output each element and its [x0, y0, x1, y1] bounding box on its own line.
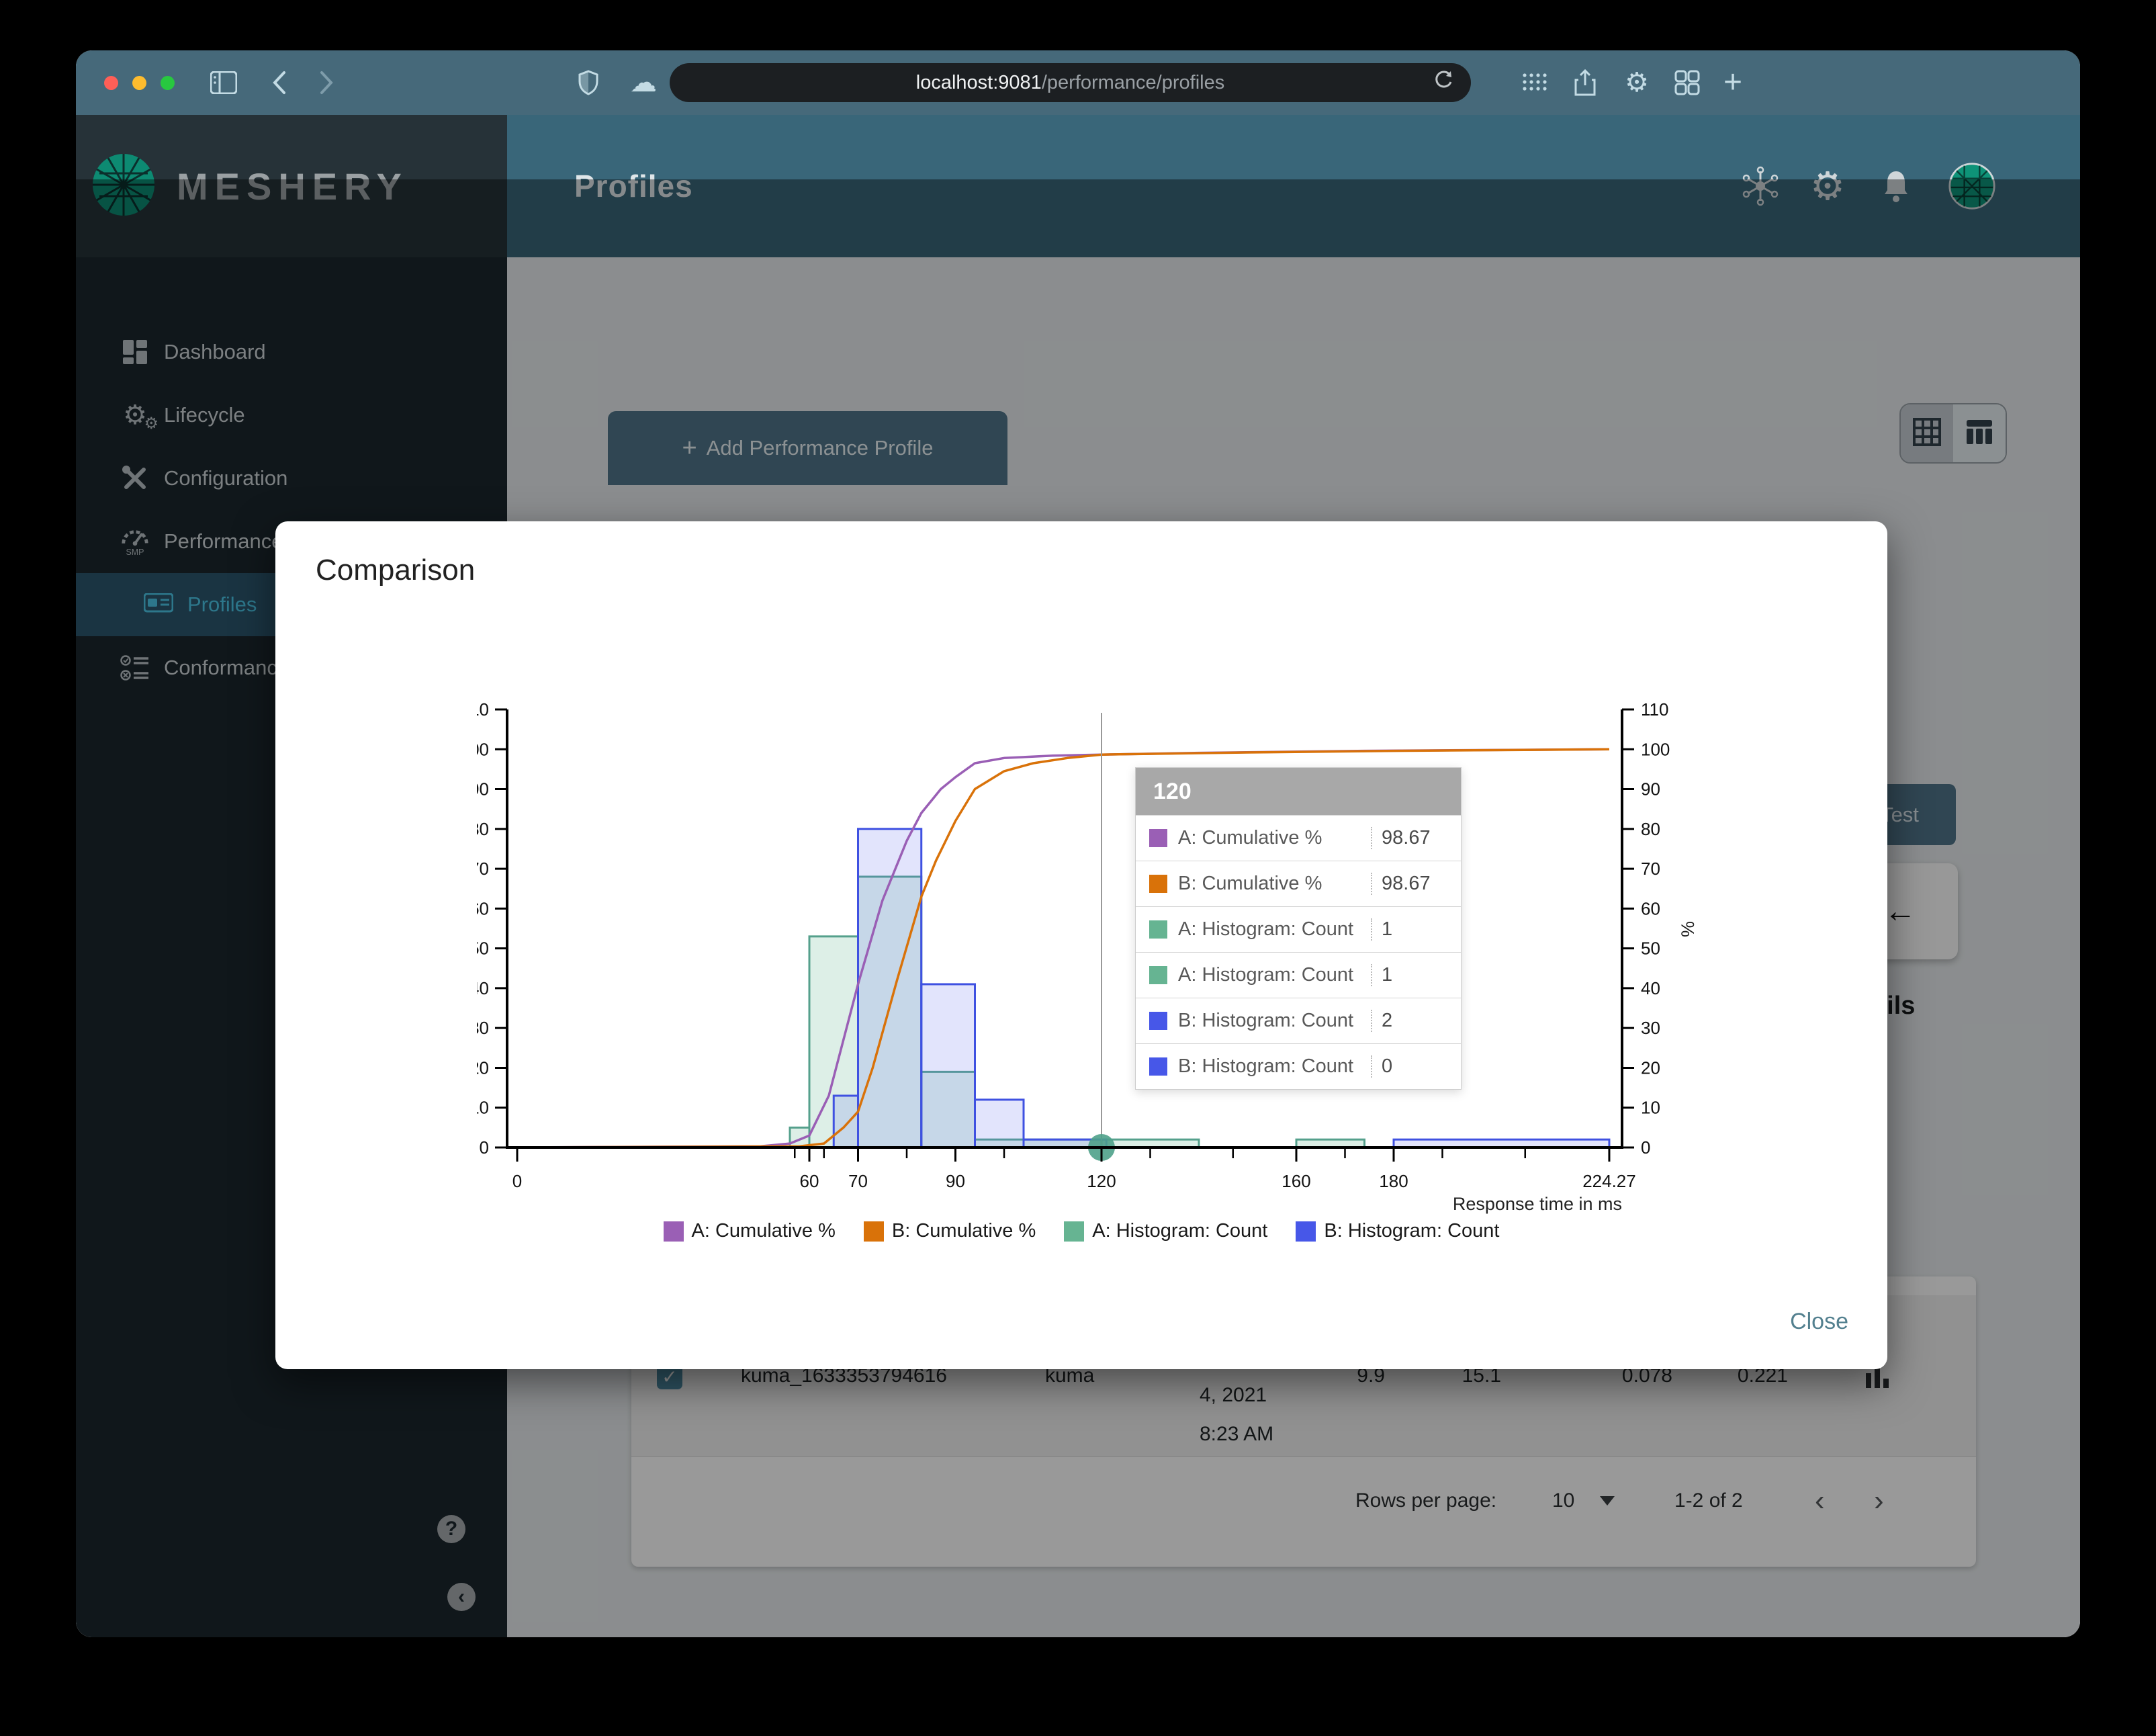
- svg-text:60: 60: [800, 1171, 819, 1191]
- zoom-window-button[interactable]: [161, 76, 175, 90]
- url-host: localhost:9081: [915, 71, 1042, 93]
- svg-text:224.27: 224.27: [1582, 1171, 1636, 1191]
- series-swatch: [1149, 966, 1167, 984]
- svg-text:40: 40: [1641, 978, 1660, 998]
- close-window-button[interactable]: [104, 76, 118, 90]
- forward-icon[interactable]: [308, 64, 345, 101]
- svg-text:30: 30: [1641, 1018, 1660, 1038]
- minimize-window-button[interactable]: [132, 76, 146, 90]
- legend-item[interactable]: A: Cumulative %: [663, 1220, 836, 1242]
- series-swatch: [1149, 829, 1167, 847]
- legend-item[interactable]: B: Cumulative %: [863, 1220, 1036, 1242]
- svg-text:110: 110: [477, 699, 489, 720]
- tooltip-header: 120: [1136, 768, 1461, 815]
- back-icon[interactable]: [261, 64, 298, 101]
- browser-window: ☁ localhost:9081/performance/profiles ⚙ …: [76, 50, 2080, 1637]
- svg-text:50: 50: [1641, 939, 1660, 959]
- svg-text:%: %: [1678, 921, 1698, 937]
- legend-swatch: [663, 1221, 684, 1242]
- tooltip-row: A: Histogram: Count 1: [1136, 952, 1461, 998]
- app-viewport: Profiles ⚙ MESHERY Dashboard ⚙ ⚙ Lifecyc…: [76, 115, 2080, 1637]
- svg-text:90: 90: [477, 779, 489, 799]
- legend-item[interactable]: B: Histogram: Count: [1296, 1220, 1499, 1242]
- svg-text:20: 20: [477, 1057, 489, 1078]
- close-button[interactable]: Close: [1790, 1309, 1848, 1335]
- svg-text:160: 160: [1282, 1171, 1310, 1191]
- svg-text:90: 90: [946, 1171, 965, 1191]
- url-path: /performance/profiles: [1041, 71, 1225, 93]
- legend-swatch: [863, 1221, 884, 1242]
- legend-swatch: [1064, 1221, 1085, 1242]
- sidebar-toggle-icon[interactable]: [204, 64, 244, 101]
- tab-groups-icon[interactable]: [1515, 64, 1555, 101]
- modal-title: Comparison: [316, 554, 476, 587]
- svg-text:50: 50: [477, 939, 489, 959]
- svg-text:60: 60: [1641, 898, 1660, 918]
- svg-text:100: 100: [1641, 739, 1670, 759]
- series-swatch: [1149, 1012, 1167, 1030]
- tooltip-row: A: Cumulative % 98.67: [1136, 815, 1461, 861]
- new-tab-icon[interactable]: +: [1713, 64, 1753, 101]
- svg-text:90: 90: [1641, 779, 1660, 799]
- tooltip-row: B: Cumulative % 98.67: [1136, 861, 1461, 906]
- svg-text:80: 80: [477, 819, 489, 839]
- svg-text:60: 60: [477, 898, 489, 918]
- chart-tooltip: 120 A: Cumulative % 98.67 B: Cumulative %…: [1135, 767, 1462, 1090]
- svg-text:110: 110: [1641, 699, 1668, 720]
- series-swatch: [1149, 920, 1167, 939]
- share-icon[interactable]: [1565, 64, 1605, 101]
- tooltip-row: A: Histogram: Count 1: [1136, 906, 1461, 952]
- svg-text:40: 40: [477, 978, 489, 998]
- series-swatch: [1149, 875, 1167, 893]
- legend-swatch: [1296, 1221, 1316, 1242]
- svg-text:0: 0: [512, 1171, 522, 1191]
- svg-text:0: 0: [480, 1137, 489, 1158]
- svg-text:70: 70: [477, 859, 489, 879]
- settings-gear-icon[interactable]: ⚙: [1617, 64, 1657, 101]
- tab-overview-icon[interactable]: [1667, 64, 1707, 101]
- svg-text:80: 80: [1641, 819, 1660, 839]
- reload-icon[interactable]: [1432, 69, 1455, 97]
- cloud-icon[interactable]: ☁: [623, 64, 664, 101]
- svg-text:30: 30: [477, 1018, 489, 1038]
- svg-text:10: 10: [1641, 1098, 1660, 1118]
- legend-item[interactable]: A: Histogram: Count: [1064, 1220, 1267, 1242]
- svg-text:0: 0: [1641, 1137, 1650, 1158]
- svg-text:10: 10: [477, 1098, 489, 1118]
- browser-toolbar: ☁ localhost:9081/performance/profiles ⚙ …: [76, 50, 2080, 115]
- svg-text:70: 70: [848, 1171, 868, 1191]
- tooltip-row: B: Histogram: Count 0: [1136, 1043, 1461, 1089]
- comparison-modal: Comparison 0 0 10 10 20 20 30 30 40 40 50 50 60 60 70 7…: [275, 521, 1887, 1369]
- tooltip-row: B: Histogram: Count 2: [1136, 998, 1461, 1043]
- svg-text:180: 180: [1379, 1171, 1408, 1191]
- svg-text:120: 120: [1087, 1171, 1116, 1191]
- chart-legend: A: Cumulative % B: Cumulative % A: Histo…: [275, 1220, 1887, 1242]
- svg-text:70: 70: [1641, 859, 1660, 879]
- svg-text:Response time in ms: Response time in ms: [1453, 1194, 1622, 1214]
- svg-text:100: 100: [477, 739, 489, 759]
- comparison-chart[interactable]: 0 0 10 10 20 20 30 30 40 40 50 50 60 60 70 70 80 80 90 90 10…: [477, 693, 1719, 1230]
- series-swatch: [1149, 1057, 1167, 1076]
- privacy-shield-icon[interactable]: [570, 64, 607, 101]
- svg-text:20: 20: [1641, 1057, 1660, 1078]
- url-bar[interactable]: localhost:9081/performance/profiles: [670, 63, 1471, 102]
